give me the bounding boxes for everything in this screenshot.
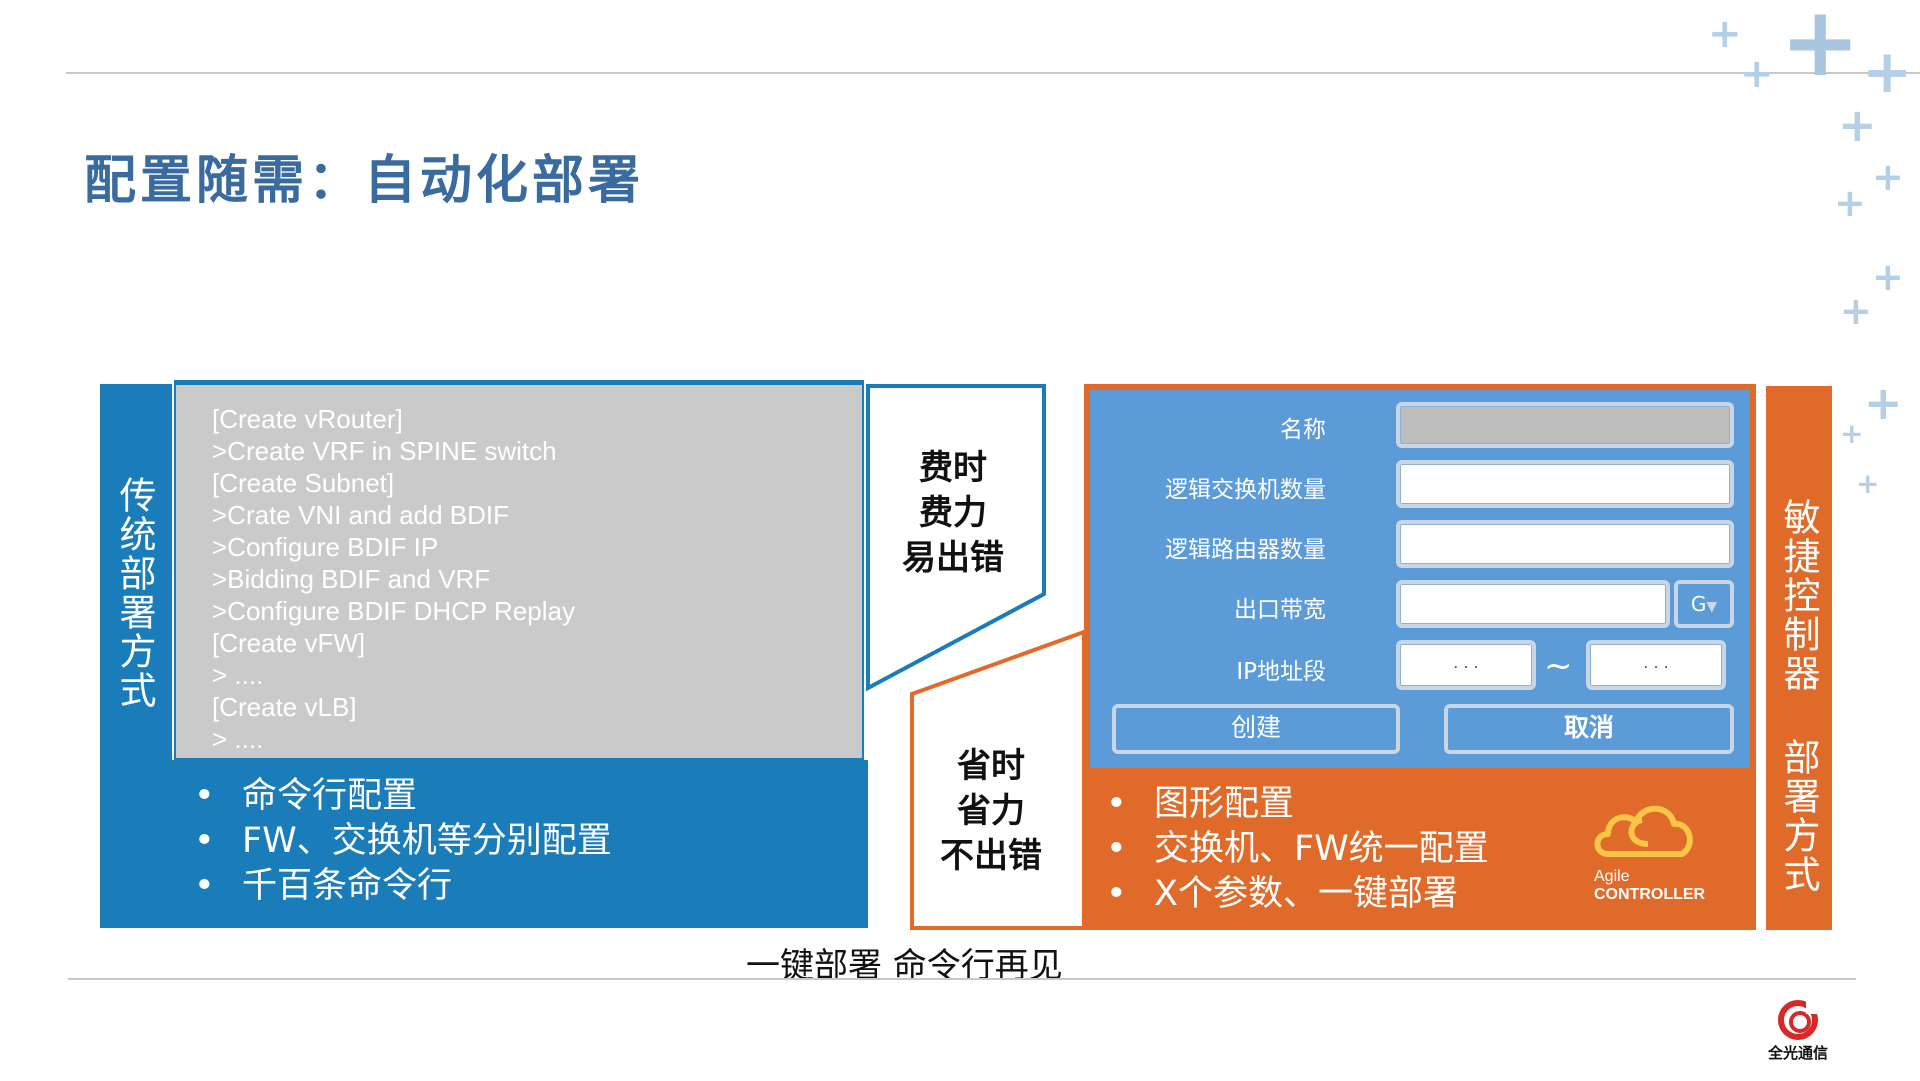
- list-item: X个参数、一键部署: [1106, 872, 1489, 917]
- bandwidth-unit-select[interactable]: G▼: [1674, 580, 1734, 628]
- agile-side-label: 敏捷控制器 部署方式: [1777, 498, 1820, 894]
- agile-bullet-list: 图形配置 交换机、FW统一配置 X个参数、一键部署: [1106, 782, 1489, 917]
- company-logo-text: 全光通信: [1767, 1044, 1828, 1062]
- name-label: 名称: [1280, 417, 1326, 443]
- logo-text-controller: CONTROLLER: [1594, 886, 1706, 903]
- bandwidth-unit: G: [1690, 592, 1707, 616]
- logo-text-agile: Agile: [1594, 868, 1630, 885]
- cancel-button[interactable]: 取消: [1444, 704, 1734, 754]
- range-separator: ~: [1544, 646, 1573, 686]
- callout-line: 省力: [957, 791, 1025, 831]
- bottom-divider: [68, 978, 1856, 980]
- company-logo-icon: [1778, 1000, 1820, 1040]
- bandwidth-label: 出口带宽: [1234, 597, 1326, 623]
- router-count-field[interactable]: [1396, 520, 1734, 568]
- callout-line: 易出错: [902, 538, 1004, 578]
- callout-line: 费力: [919, 493, 987, 533]
- agile-callout: 省时 省力 不出错: [918, 744, 1064, 879]
- create-button[interactable]: 创建: [1112, 704, 1400, 754]
- list-item: 交换机、FW统一配置: [1106, 827, 1489, 872]
- ip-end-placeholder: . . .: [1643, 653, 1669, 672]
- switch-count-field[interactable]: [1396, 460, 1734, 508]
- cloud-icon: [1594, 805, 1693, 857]
- bandwidth-field[interactable]: [1396, 580, 1670, 628]
- ip-end-field[interactable]: . . .: [1586, 640, 1726, 690]
- ip-range-label: IP地址段: [1236, 659, 1326, 685]
- callout-line: 省时: [957, 746, 1025, 786]
- agile-side-bar: 敏捷控制器 部署方式: [1766, 386, 1832, 930]
- list-item: 图形配置: [1106, 782, 1489, 827]
- traditional-callout: 费时 费力 易出错: [880, 446, 1026, 581]
- callout-line: 不出错: [940, 836, 1042, 876]
- callout-line: 费时: [919, 448, 987, 488]
- router-count-label: 逻辑路由器数量: [1165, 537, 1326, 563]
- chevron-down-icon: ▼: [1706, 599, 1718, 615]
- switch-count-label: 逻辑交换机数量: [1165, 477, 1326, 503]
- name-field[interactable]: [1396, 402, 1734, 448]
- agile-controller-logo: Agile CONTROLLER: [1582, 798, 1722, 918]
- ip-start-field[interactable]: . . .: [1396, 640, 1536, 690]
- ip-start-placeholder: . . .: [1453, 653, 1479, 672]
- deployment-form: 名称 逻辑交换机数量 逻辑路由器数量 出口带宽 G▼ IP地址段 . . . ~…: [1090, 390, 1750, 768]
- company-logo: 全光通信: [1762, 998, 1834, 1068]
